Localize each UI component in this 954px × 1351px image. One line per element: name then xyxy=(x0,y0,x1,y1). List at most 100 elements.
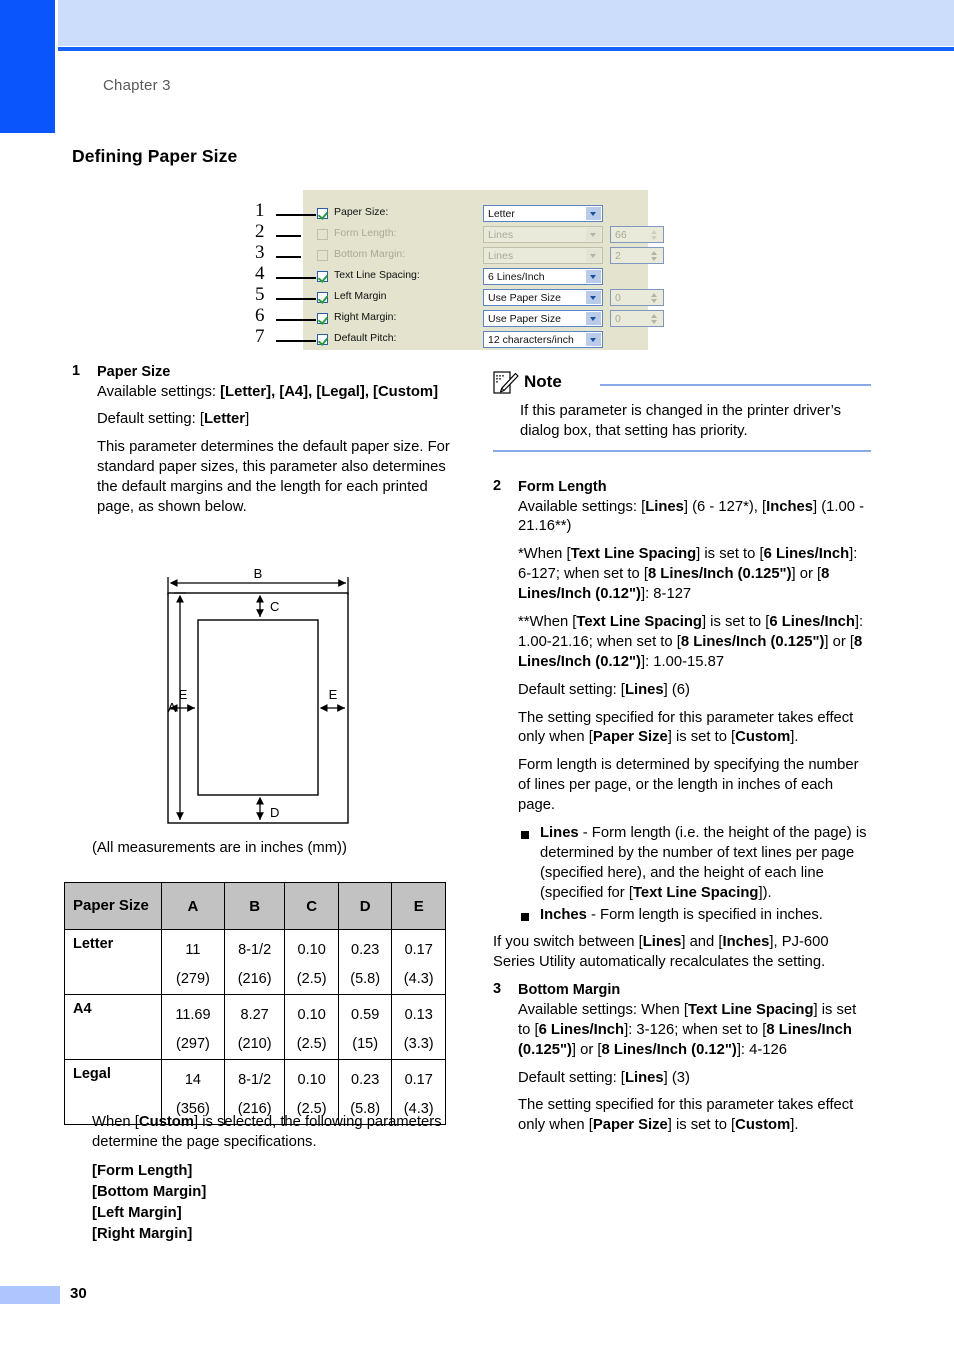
checkbox-paper-size[interactable] xyxy=(317,208,328,219)
cell-value-in: 0.10 xyxy=(297,1007,326,1023)
paragraph-available-settings: Available settings: When [Text Line Spac… xyxy=(518,1001,857,1058)
bullet-lines: Lines - Form length (i.e. the height of … xyxy=(518,824,871,904)
item-number-3: 3 xyxy=(493,981,502,998)
chevron-down-icon[interactable] xyxy=(586,291,601,304)
dialog-row-form-length: 2 Form Length: Lines 66 xyxy=(255,221,664,246)
page-number: 30 xyxy=(70,1285,87,1302)
chevron-down-icon[interactable] xyxy=(586,207,601,220)
checkbox-right-margin[interactable] xyxy=(317,313,328,324)
param-form-length: [Form Length] xyxy=(92,1162,193,1179)
callout-number-3: 3 xyxy=(255,242,265,263)
cell-value-mm: (2.5) xyxy=(296,1036,327,1052)
paragraph-footnote-2: **When [Text Line Spacing] is set to [6 … xyxy=(518,614,864,670)
paragraph-default-setting: Default setting: [Lines] (6) xyxy=(518,681,690,698)
param-right-margin: [Right Margin] xyxy=(92,1225,193,1242)
dropdown-left-margin-value: Use Paper Size xyxy=(488,292,561,304)
dropdown-default-pitch-value: 12 characters/inch xyxy=(488,334,574,346)
item-heading-form-length: Form Length xyxy=(518,479,607,495)
dropdown-paper-size-value: Letter xyxy=(488,208,515,220)
checkbox-bottom-margin[interactable] xyxy=(317,250,328,261)
item-heading-paper-size: Paper Size xyxy=(97,364,171,380)
dropdown-text-line-spacing[interactable]: 6 Lines/Inch xyxy=(483,268,603,285)
checkbox-form-length[interactable] xyxy=(317,229,328,240)
column-header-c: C xyxy=(284,882,339,930)
spinner-left-margin[interactable]: 0 xyxy=(610,289,664,306)
default-label: Default setting: xyxy=(97,411,200,428)
callout-leader-2 xyxy=(276,235,301,237)
cell-value-in: 0.10 xyxy=(297,942,326,958)
paragraph-description: This parameter determines the default pa… xyxy=(97,439,450,516)
column-header-d: D xyxy=(337,882,393,930)
cell-value-mm: (216) xyxy=(237,971,272,987)
dropdown-form-length[interactable]: Lines xyxy=(483,226,603,243)
spinner-left-margin-value: 0 xyxy=(615,292,621,304)
spinner-arrows-icon[interactable] xyxy=(648,248,662,263)
item-bottom-margin: 3 Bottom Margin Available settings: When… xyxy=(493,981,871,1136)
item-heading-bottom-margin: Bottom Margin xyxy=(518,982,621,999)
spinner-arrows-icon[interactable] xyxy=(648,227,662,242)
spinner-right-margin-value: 0 xyxy=(615,313,621,325)
dropdown-paper-size[interactable]: Letter xyxy=(483,205,603,222)
cell-value-mm: (3.3) xyxy=(403,1036,434,1052)
callout-number-5: 5 xyxy=(255,284,265,305)
spinner-bottom-margin[interactable]: 2 xyxy=(610,247,664,264)
cell-letter-a: 11 (279) xyxy=(161,929,225,995)
cell-a4-b: 8.27 (210) xyxy=(223,994,286,1060)
dropdown-bottom-margin[interactable]: Lines xyxy=(483,247,603,264)
cell-letter-b: 8-1/2 (216) xyxy=(223,929,286,995)
cell-a4-c: 0.10 (2.5) xyxy=(284,994,339,1060)
left-column-tail: When [Custom] is selected, the following… xyxy=(92,1113,462,1245)
param-left-margin: [Left Margin] xyxy=(92,1204,182,1221)
spinner-form-length[interactable]: 66 xyxy=(610,226,664,243)
cell-value-in: 8.27 xyxy=(240,1007,269,1023)
table-row: Letter 11 (279) 8-1/2 (216) 0.10 (2.5) 0.23… xyxy=(64,929,446,995)
cell-value-mm: (279) xyxy=(176,971,210,987)
spinner-arrows-icon[interactable] xyxy=(648,290,662,305)
callout-number-6: 6 xyxy=(255,305,265,326)
cell-letter-e: 0.17 (4.3) xyxy=(391,929,446,995)
note-rule-top xyxy=(600,384,871,386)
callout-leader-4 xyxy=(276,277,316,279)
item-paper-size: 1 Paper Size Available settings: [Letter… xyxy=(72,363,462,518)
dropdown-right-margin[interactable]: Use Paper Size xyxy=(483,310,603,327)
chevron-down-icon[interactable] xyxy=(586,333,601,346)
cell-value-mm: (15) xyxy=(352,1036,379,1052)
checkbox-default-pitch[interactable] xyxy=(317,334,328,345)
spinner-right-margin[interactable]: 0 xyxy=(610,310,664,327)
dialog-row-left-margin: 5 Left Margin Use Paper Size 0 xyxy=(255,284,664,309)
cell-letter-d: 0.23 (5.8) xyxy=(337,929,393,995)
chevron-down-icon[interactable] xyxy=(586,312,601,325)
cell-value-in: 0.23 xyxy=(351,942,380,958)
chevron-down-icon[interactable] xyxy=(586,270,601,283)
paper-margin-diagram-svg: B A C D E E xyxy=(167,566,349,824)
dropdown-default-pitch[interactable]: 12 characters/inch xyxy=(483,331,603,348)
callout-number-2: 2 xyxy=(255,221,265,242)
item-body-bottom-margin: Available settings: When [Text Line Spac… xyxy=(518,1001,871,1136)
dropdown-bottom-margin-value: Lines xyxy=(488,250,514,262)
dropdown-text-line-spacing-value: 6 Lines/Inch xyxy=(488,271,545,283)
dropdown-form-length-value: Lines xyxy=(488,229,514,241)
dialog-label-paper-size: Paper Size: xyxy=(334,206,389,218)
cell-letter-c: 0.10 (2.5) xyxy=(284,929,339,995)
note-header: Note xyxy=(493,371,871,397)
cell-a4-d: 0.59 (15) xyxy=(337,994,393,1060)
checkbox-text-line-spacing[interactable] xyxy=(317,271,328,282)
dropdown-left-margin[interactable]: Use Paper Size xyxy=(483,289,603,306)
spinner-bottom-margin-value: 2 xyxy=(615,250,621,262)
item-body-form-length: Available settings: [Lines] (6 - 127*), … xyxy=(518,498,871,926)
cell-value-in: 14 xyxy=(184,1072,201,1088)
dialog-row-right-margin: 6 Right Margin: Use Paper Size 0 xyxy=(255,305,664,330)
svg-text:E: E xyxy=(329,687,338,702)
note-body: If this parameter is changed in the prin… xyxy=(520,403,842,439)
chevron-down-icon[interactable] xyxy=(586,249,601,262)
diagram-caption: (All measurements are in inches (mm)) xyxy=(92,840,347,856)
callout-leader-6 xyxy=(276,319,316,321)
page-header-rule xyxy=(58,47,954,51)
chevron-down-icon[interactable] xyxy=(586,228,601,241)
column-header-paper-size: Paper Size xyxy=(64,882,162,930)
spinner-arrows-icon[interactable] xyxy=(648,311,662,326)
dialog-label-right-margin: Right Margin: xyxy=(334,311,397,323)
default-value: Letter xyxy=(203,411,246,428)
checkbox-left-margin[interactable] xyxy=(317,292,328,303)
cell-value-in: 0.13 xyxy=(404,1007,433,1023)
